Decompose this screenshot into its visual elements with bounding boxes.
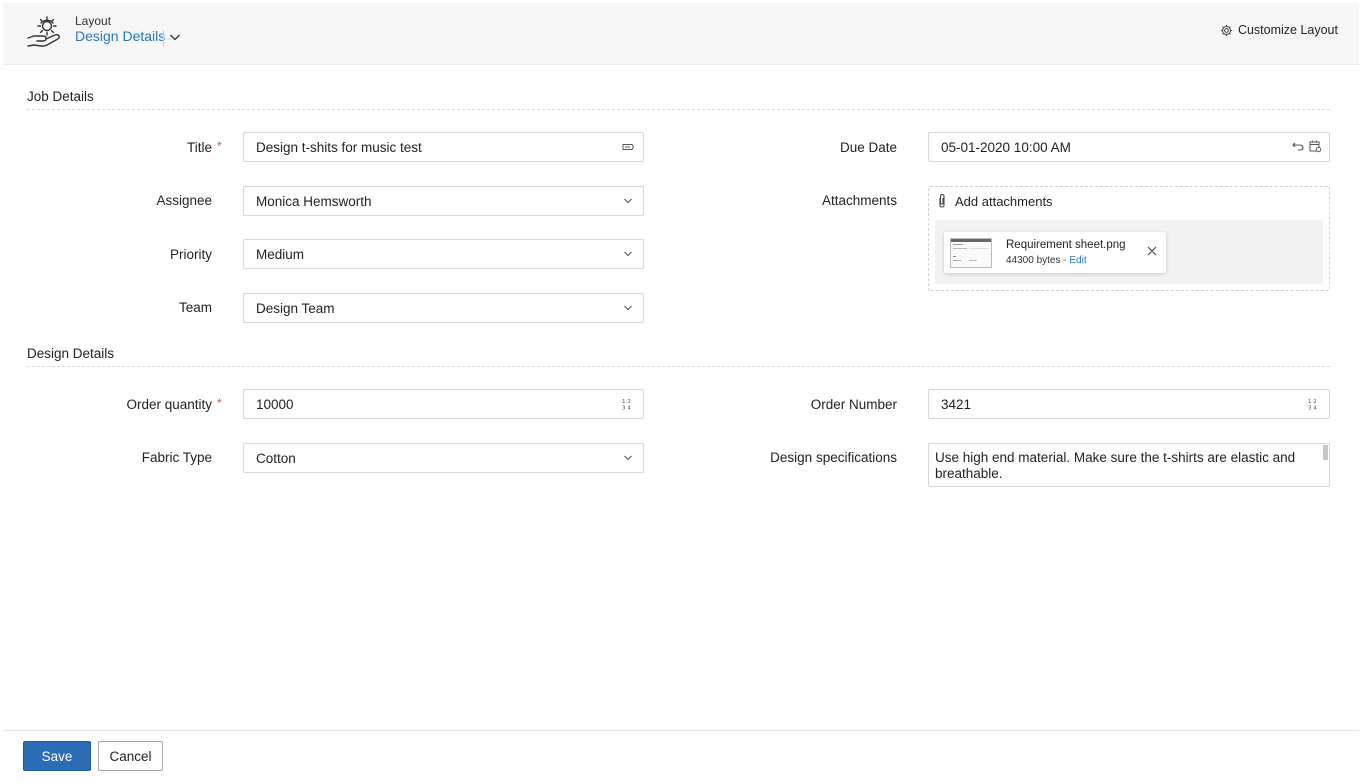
section-title-job-details: Job Details <box>27 89 94 104</box>
title-label: Title <box>186 140 212 155</box>
design-specifications-label: Design specifications <box>770 450 897 465</box>
textarea-scrollbar[interactable] <box>1323 445 1328 460</box>
section-divider <box>27 109 1330 110</box>
form-window: Layout Design Details Customize Layout J… <box>3 3 1359 781</box>
team-select[interactable]: Design Team <box>243 293 644 323</box>
order-number-value: 3421 <box>941 397 972 412</box>
team-value: Design Team <box>256 301 335 316</box>
priority-select[interactable]: Medium <box>243 239 644 269</box>
customize-layout-label: Customize Layout <box>1237 23 1338 37</box>
close-icon[interactable] <box>1146 245 1158 257</box>
chevron-down-icon[interactable] <box>168 30 182 44</box>
paperclip-icon <box>939 193 945 208</box>
attachments-dropzone[interactable]: Add attachments Requirement sheet.png 44… <box>928 186 1330 291</box>
fabric-type-select[interactable]: Cotton <box>243 443 644 473</box>
attachment-meta: 44300 bytes - Edit <box>1006 255 1087 266</box>
chevron-down-icon <box>624 455 632 461</box>
order-number-label: Order Number <box>810 397 897 412</box>
chevron-down-icon <box>624 305 632 311</box>
cancel-button[interactable]: Cancel <box>98 741 163 771</box>
layout-separator <box>163 30 164 47</box>
tag-icon <box>622 144 635 150</box>
calendar-icon[interactable] <box>1308 139 1322 153</box>
title-input[interactable]: Design t-shits for music test <box>243 132 644 162</box>
fabric-type-value: Cotton <box>256 451 296 466</box>
chevron-down-icon <box>624 251 632 257</box>
order-quantity-value: 10000 <box>256 397 294 412</box>
svg-text:1 2: 1 2 <box>622 399 631 405</box>
design-specifications-textarea[interactable]: Use high end material. Make sure the t-s… <box>928 443 1330 487</box>
svg-text:3 4: 3 4 <box>622 406 631 412</box>
attachment-size: 44300 bytes <box>1006 255 1061 266</box>
section-divider <box>27 366 1330 367</box>
team-label: Team <box>178 300 212 315</box>
attachment-thumbnail[interactable] <box>950 238 992 268</box>
order-quantity-input[interactable]: 10000 1 2 3 4 <box>243 389 644 419</box>
section-title-design-details: Design Details <box>27 346 115 361</box>
number-icon: 1 2 3 4 <box>622 399 631 412</box>
gear-icon <box>1220 24 1233 36</box>
svg-text:1 2: 1 2 <box>1308 399 1317 405</box>
add-attachments-button[interactable]: Add attachments <box>937 193 1053 209</box>
required-marker: * <box>217 396 222 410</box>
design-specifications-value: Use high end material. Make sure the t-s… <box>935 450 1296 481</box>
fabric-type-label: Fabric Type <box>141 450 212 465</box>
attachment-list: Requirement sheet.png 44300 bytes - Edit <box>935 220 1323 284</box>
required-marker: * <box>217 139 222 153</box>
svg-text:3 4: 3 4 <box>1308 406 1317 412</box>
due-date-label: Due Date <box>839 140 897 155</box>
title-value: Design t-shits for music test <box>256 140 422 155</box>
attachment-card: Requirement sheet.png 44300 bytes - Edit <box>944 232 1166 273</box>
footer-divider <box>3 730 1359 731</box>
priority-label: Priority <box>169 247 212 262</box>
order-number-input[interactable]: 3421 1 2 3 4 <box>928 389 1330 419</box>
chevron-down-icon <box>624 198 632 204</box>
attachment-edit-link[interactable]: - Edit <box>1063 255 1086 266</box>
number-icon: 1 2 3 4 <box>1308 399 1317 412</box>
layout-header: Layout Design Details Customize Layout <box>3 3 1359 65</box>
due-date-input[interactable]: 05-01-2020 10:00 AM <box>928 132 1330 162</box>
image-preview-icon <box>951 239 991 261</box>
attachments-label: Attachments <box>821 193 897 208</box>
reset-icon[interactable] <box>1291 139 1305 153</box>
assignee-select[interactable]: Monica Hemsworth <box>243 186 644 216</box>
order-quantity-label: Order quantity <box>126 397 212 412</box>
hand-gear-icon <box>27 16 60 47</box>
assignee-value: Monica Hemsworth <box>256 194 372 209</box>
layout-label: Layout <box>75 14 112 28</box>
layout-name[interactable]: Design Details <box>75 28 165 44</box>
assignee-label: Assignee <box>156 193 212 208</box>
add-attachments-label: Add attachments <box>955 193 1053 209</box>
priority-value: Medium <box>256 247 305 262</box>
attachment-filename: Requirement sheet.png <box>1006 239 1126 251</box>
due-date-value: 05-01-2020 10:00 AM <box>941 140 1071 155</box>
customize-layout-button[interactable]: Customize Layout <box>1220 23 1338 37</box>
save-button[interactable]: Save <box>23 741 91 771</box>
